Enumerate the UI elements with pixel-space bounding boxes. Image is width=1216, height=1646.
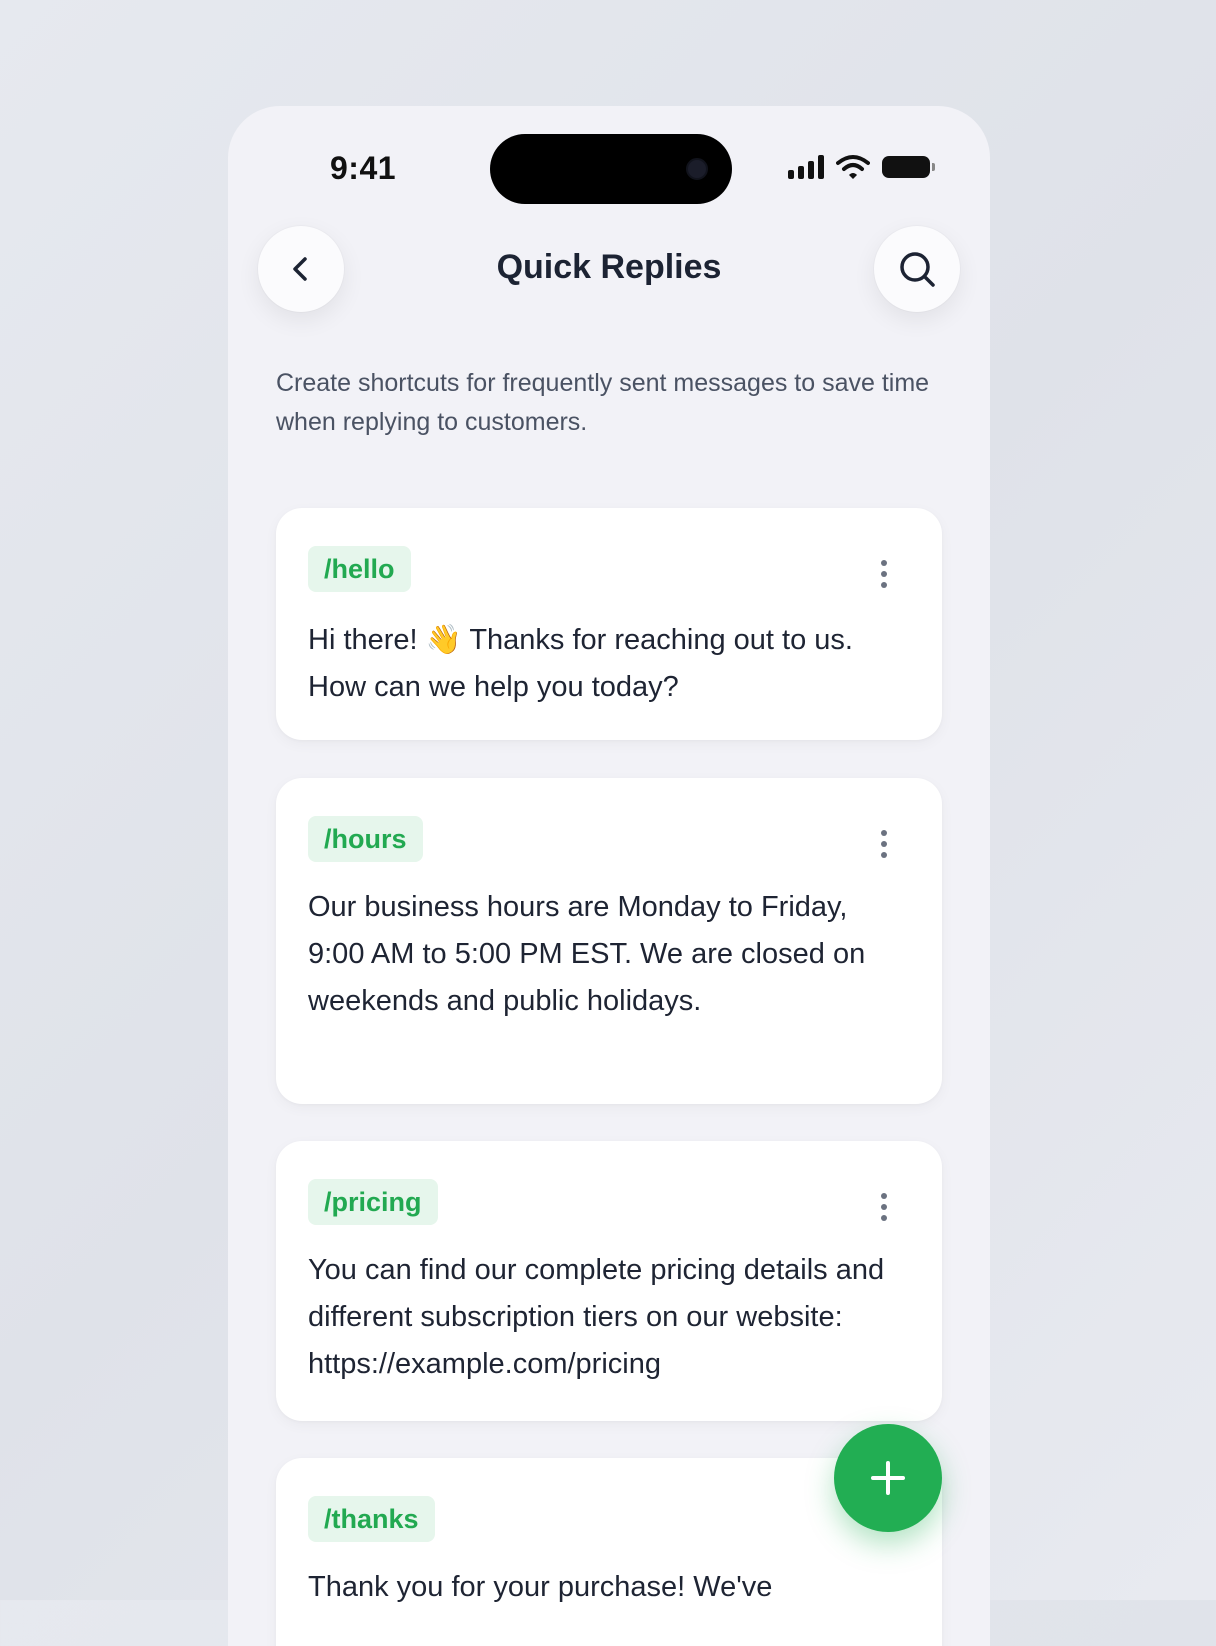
- reply-text: Hi there! 👋 Thanks for reaching out to u…: [308, 622, 853, 703]
- more-options-button[interactable]: [870, 1187, 898, 1227]
- shortcut-tag: /pricing: [308, 1179, 438, 1225]
- more-options-button[interactable]: [870, 824, 898, 864]
- search-icon: [900, 252, 935, 287]
- add-reply-button[interactable]: [834, 1424, 942, 1532]
- status-bar: 9:41: [228, 106, 990, 236]
- reply-text: You can find our complete pricing detail…: [308, 1254, 885, 1380]
- waving-hand-emoji: 👋: [425, 622, 462, 656]
- wifi-icon: [836, 155, 870, 179]
- dynamic-island: [490, 134, 732, 204]
- more-vertical-icon: [881, 1193, 887, 1199]
- status-icons: [788, 154, 935, 180]
- more-vertical-icon: [881, 560, 887, 566]
- shortcut-tag: /thanks: [308, 1496, 435, 1542]
- more-options-button[interactable]: [870, 554, 898, 594]
- reply-text: Thank you for your purchase! We've: [308, 1571, 773, 1603]
- quick-reply-card[interactable]: /hello Hi there! 👋 Thanks for reaching o…: [276, 508, 942, 740]
- status-time: 9:41: [330, 150, 397, 186]
- phone-screen: 9:41 Quick Replies Create shortcuts for …: [228, 106, 990, 1646]
- quick-reply-card[interactable]: /pricing You can find our complete prici…: [276, 1141, 942, 1421]
- search-button[interactable]: [874, 226, 960, 312]
- plus-icon: [871, 1461, 905, 1495]
- camera-icon: [686, 158, 708, 180]
- more-vertical-icon: [881, 830, 887, 836]
- reply-text: Our business hours are Monday to Friday,…: [308, 891, 866, 1017]
- shortcut-tag: /hello: [308, 546, 411, 592]
- quick-reply-card[interactable]: /hours Our business hours are Monday to …: [276, 778, 942, 1104]
- cellular-signal-icon: [788, 155, 824, 179]
- page-description: Create shortcuts for frequently sent mes…: [276, 369, 930, 436]
- battery-icon: [882, 156, 935, 178]
- shortcut-tag: /hours: [308, 816, 423, 862]
